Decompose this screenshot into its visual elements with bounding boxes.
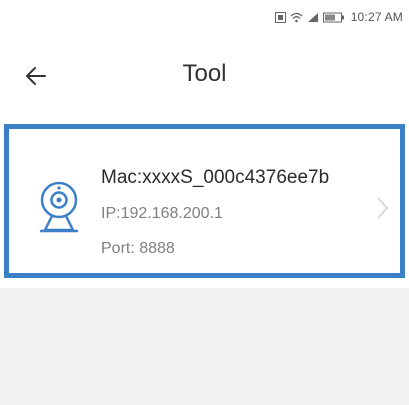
- battery-icon: [322, 12, 345, 23]
- device-list-item[interactable]: Mac:xxxxS_000c4376ee7b IP:192.168.200.1 …: [4, 124, 405, 278]
- device-port: Port: 8888: [101, 240, 175, 257]
- device-mac: Mac:xxxxS_000c4376ee7b: [101, 167, 330, 188]
- status-bar: 10:27 AM: [0, 0, 409, 34]
- device-ip: IP:192.168.200.1: [101, 205, 223, 222]
- status-time: 10:27 AM: [350, 10, 403, 24]
- empty-list-area: [0, 288, 409, 405]
- page-title: Tool: [182, 60, 227, 87]
- app-header: Tool: [0, 40, 409, 112]
- sim-icon: [274, 11, 286, 23]
- webcam-icon: [39, 181, 79, 233]
- chevron-right-icon: [378, 198, 388, 218]
- wifi-icon: [290, 12, 303, 23]
- signal-icon: [307, 12, 319, 23]
